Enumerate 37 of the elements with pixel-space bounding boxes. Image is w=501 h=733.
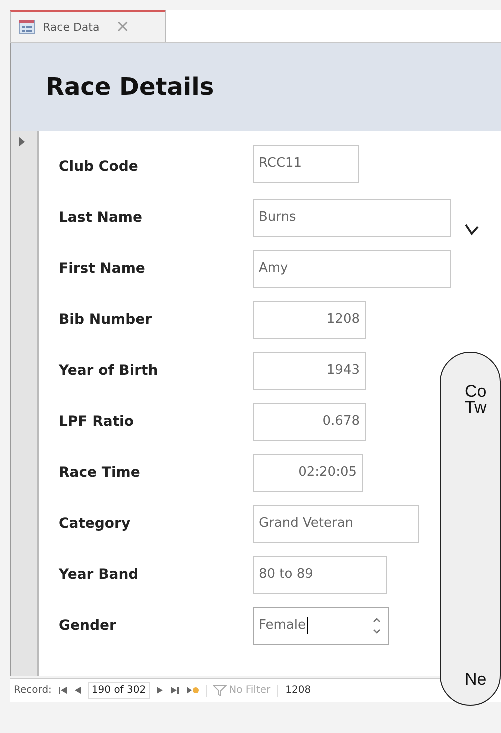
text-field[interactable]: 1208 <box>253 300 366 338</box>
spinner-field[interactable]: Female <box>253 606 389 644</box>
filter-icon <box>213 684 228 696</box>
field-label: Year of Birth <box>58 362 160 378</box>
text-field[interactable]: Burns <box>253 198 451 236</box>
record-label: Record: <box>14 685 52 696</box>
document-tab[interactable]: Race Data × <box>10 10 166 42</box>
current-record-icon <box>19 137 25 147</box>
text-field[interactable]: Grand Veteran <box>253 504 419 542</box>
text-field[interactable]: Amy <box>253 250 451 288</box>
field-label: Last Name <box>58 210 144 226</box>
field-label: Gender <box>58 618 118 634</box>
text-field[interactable]: RCC11 <box>253 144 359 182</box>
text-field[interactable]: 80 to 89 <box>253 556 387 594</box>
field-label: First Name <box>58 260 146 276</box>
field-label: LPF Ratio <box>58 414 135 430</box>
chevron-icon <box>465 224 479 236</box>
record-position-field[interactable]: 190 of 302 <box>88 682 150 699</box>
new-record-button[interactable] <box>186 686 200 695</box>
text-field[interactable]: 1943 <box>253 352 366 390</box>
text-field[interactable]: 0.678 <box>253 402 366 440</box>
last-record-button[interactable] <box>170 686 180 695</box>
callout-text: Ne <box>465 671 487 688</box>
form-icon <box>19 20 35 34</box>
next-record-button[interactable] <box>156 686 164 695</box>
text-field[interactable]: 02:20:05 <box>253 454 363 492</box>
field-label: Bib Number <box>58 312 154 328</box>
first-record-button[interactable] <box>58 686 68 695</box>
field-label: Category <box>58 516 132 532</box>
field-label: Race Time <box>58 464 142 480</box>
form-title: Race Details <box>11 43 501 131</box>
field-label: Year Band <box>58 566 140 582</box>
previous-record-button[interactable] <box>74 686 82 695</box>
callout-text: Co <box>465 383 487 400</box>
field-label: Club Code <box>58 158 140 174</box>
text-cursor <box>307 617 308 634</box>
callout-text: Tw <box>465 399 487 416</box>
